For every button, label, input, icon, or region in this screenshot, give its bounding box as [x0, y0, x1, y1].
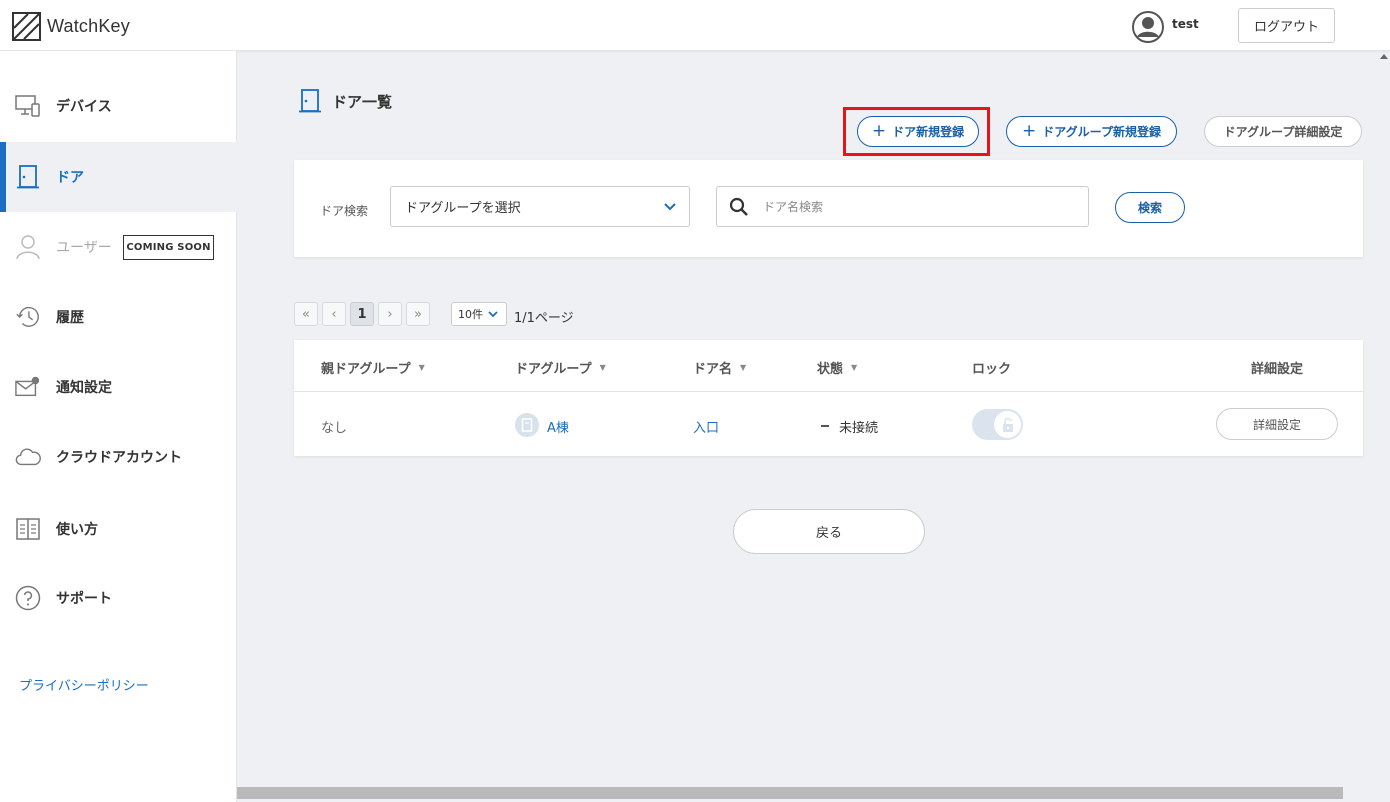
column-header-status[interactable]: 状態 ▼ — [817, 358, 857, 377]
sidebar-item-support[interactable]: サポート — [0, 563, 237, 633]
column-header-detail: 詳細設定 — [1251, 358, 1303, 377]
history-icon — [15, 304, 41, 330]
mail-icon — [15, 374, 41, 400]
detail-settings-button[interactable]: 詳細設定 — [1216, 408, 1338, 440]
search-button[interactable]: 検索 — [1115, 192, 1185, 223]
sidebar-item-label: 履歴 — [56, 310, 84, 326]
highlight-box — [843, 107, 990, 156]
plus-icon: + — [1022, 120, 1037, 141]
search-panel: ドア検索 ドアグループを選択 ドア名検索 検索 — [294, 160, 1363, 257]
book-icon — [15, 516, 41, 542]
scroll-up-icon[interactable] — [1378, 51, 1390, 63]
divider — [294, 391, 1363, 392]
unlock-icon — [994, 411, 1021, 438]
sidebar-item-devices[interactable]: デバイス — [0, 71, 237, 141]
search-label: ドア検索 — [320, 204, 369, 218]
sidebar: デバイス ドア ユーザー COMING SOON 履歴 通知設定 クラウドアカウ… — [0, 51, 237, 802]
sidebar-item-label: ユーザー — [56, 240, 112, 256]
per-page-value: 10件 — [458, 308, 483, 321]
sidebar-item-label: ドア — [56, 170, 84, 186]
coming-soon-badge: COMING SOON — [123, 235, 214, 260]
sort-icon: ▼ — [599, 363, 606, 372]
first-page-button[interactable]: « — [294, 302, 318, 326]
monitor-icon — [15, 93, 41, 119]
cloud-icon — [15, 444, 41, 470]
sidebar-item-guide[interactable]: 使い方 — [0, 494, 237, 564]
column-header-label: 状態 — [817, 362, 844, 377]
sidebar-item-history[interactable]: 履歴 — [0, 282, 237, 352]
app-name: WatchKey — [47, 16, 130, 36]
app-logo[interactable]: WatchKey — [12, 12, 130, 41]
sort-icon: ▼ — [851, 363, 858, 372]
prev-page-button[interactable]: ‹ — [322, 302, 346, 326]
privacy-policy-link[interactable]: プライバシーポリシー — [19, 675, 149, 694]
current-page[interactable]: 1 — [350, 302, 374, 326]
door-group-settings-button[interactable]: ドアグループ詳細設定 — [1204, 116, 1362, 147]
cell-door-name-link[interactable]: 入口 — [693, 417, 719, 436]
building-icon — [515, 413, 539, 437]
door-icon — [299, 89, 321, 113]
user-menu[interactable]: test — [1132, 11, 1199, 43]
sidebar-item-notifications[interactable]: 通知設定 — [0, 352, 237, 422]
avatar-icon — [1132, 11, 1164, 43]
sidebar-item-cloud-account[interactable]: クラウドアカウント — [0, 422, 237, 492]
sort-icon: ▼ — [418, 363, 425, 372]
door-group-select[interactable]: ドアグループを選択 — [390, 186, 690, 227]
app-header: WatchKey test ログアウト — [0, 0, 1390, 51]
sidebar-item-label: デバイス — [56, 99, 112, 115]
lock-toggle[interactable] — [972, 409, 1023, 440]
sidebar-item-label: クラウドアカウント — [56, 450, 182, 466]
search-placeholder: ドア名検索 — [763, 200, 824, 214]
horizontal-scrollbar[interactable] — [237, 787, 1343, 799]
page-title-text: ドア一覧 — [332, 92, 393, 111]
column-header-parent-group[interactable]: 親ドアグループ ▼ — [321, 358, 425, 377]
column-header-group[interactable]: ドアグループ ▼ — [515, 358, 606, 377]
user-name: test — [1172, 17, 1199, 31]
chevron-down-icon — [488, 311, 498, 318]
cell-parent-group: なし — [321, 421, 348, 436]
sidebar-item-doors[interactable]: ドア — [0, 142, 237, 212]
door-name-search-input[interactable]: ドア名検索 — [716, 186, 1089, 227]
search-icon — [729, 197, 748, 216]
cell-group-link[interactable]: A棟 — [547, 417, 569, 436]
sidebar-item-label: サポート — [56, 591, 112, 607]
watchkey-logo-icon — [12, 12, 41, 41]
cell-status: 未接続 — [839, 421, 879, 436]
column-header-label: ドアグループ — [515, 362, 592, 377]
column-header-label: ロック — [972, 362, 1012, 377]
door-icon — [15, 164, 41, 190]
door-group-select-value: ドアグループを選択 — [405, 201, 521, 216]
next-page-button[interactable]: › — [378, 302, 402, 326]
status-indicator — [821, 425, 829, 427]
column-header-lock: ロック — [972, 358, 1011, 377]
pagination: « ‹ 1 › » — [294, 302, 434, 326]
per-page-select[interactable]: 10件 — [451, 302, 507, 326]
chevron-down-icon — [664, 203, 676, 211]
sidebar-item-label: 使い方 — [56, 522, 98, 538]
sidebar-item-label: 通知設定 — [56, 380, 112, 396]
new-door-group-button[interactable]: + ドアグループ新規登録 — [1006, 116, 1177, 147]
back-button[interactable]: 戻る — [733, 509, 925, 554]
logout-button[interactable]: ログアウト — [1238, 8, 1335, 43]
column-header-label: 詳細設定 — [1251, 362, 1304, 377]
sidebar-item-users: ユーザー COMING SOON — [0, 212, 237, 282]
help-icon — [15, 585, 41, 611]
page-title: ドア一覧 — [298, 88, 392, 114]
last-page-button[interactable]: » — [406, 302, 430, 326]
column-header-door-name[interactable]: ドア名 ▼ — [693, 358, 746, 377]
sort-icon: ▼ — [740, 363, 747, 372]
column-header-label: ドア名 — [693, 362, 733, 377]
new-door-group-label: ドアグループ新規登録 — [1042, 125, 1161, 139]
page-info: 1/1ページ — [514, 311, 574, 326]
column-header-label: 親ドアグループ — [321, 362, 411, 377]
user-icon — [15, 234, 41, 260]
door-table: 親ドアグループ ▼ ドアグループ ▼ ドア名 ▼ 状態 ▼ ロック 詳細設定 なし A棟… — [294, 340, 1363, 456]
